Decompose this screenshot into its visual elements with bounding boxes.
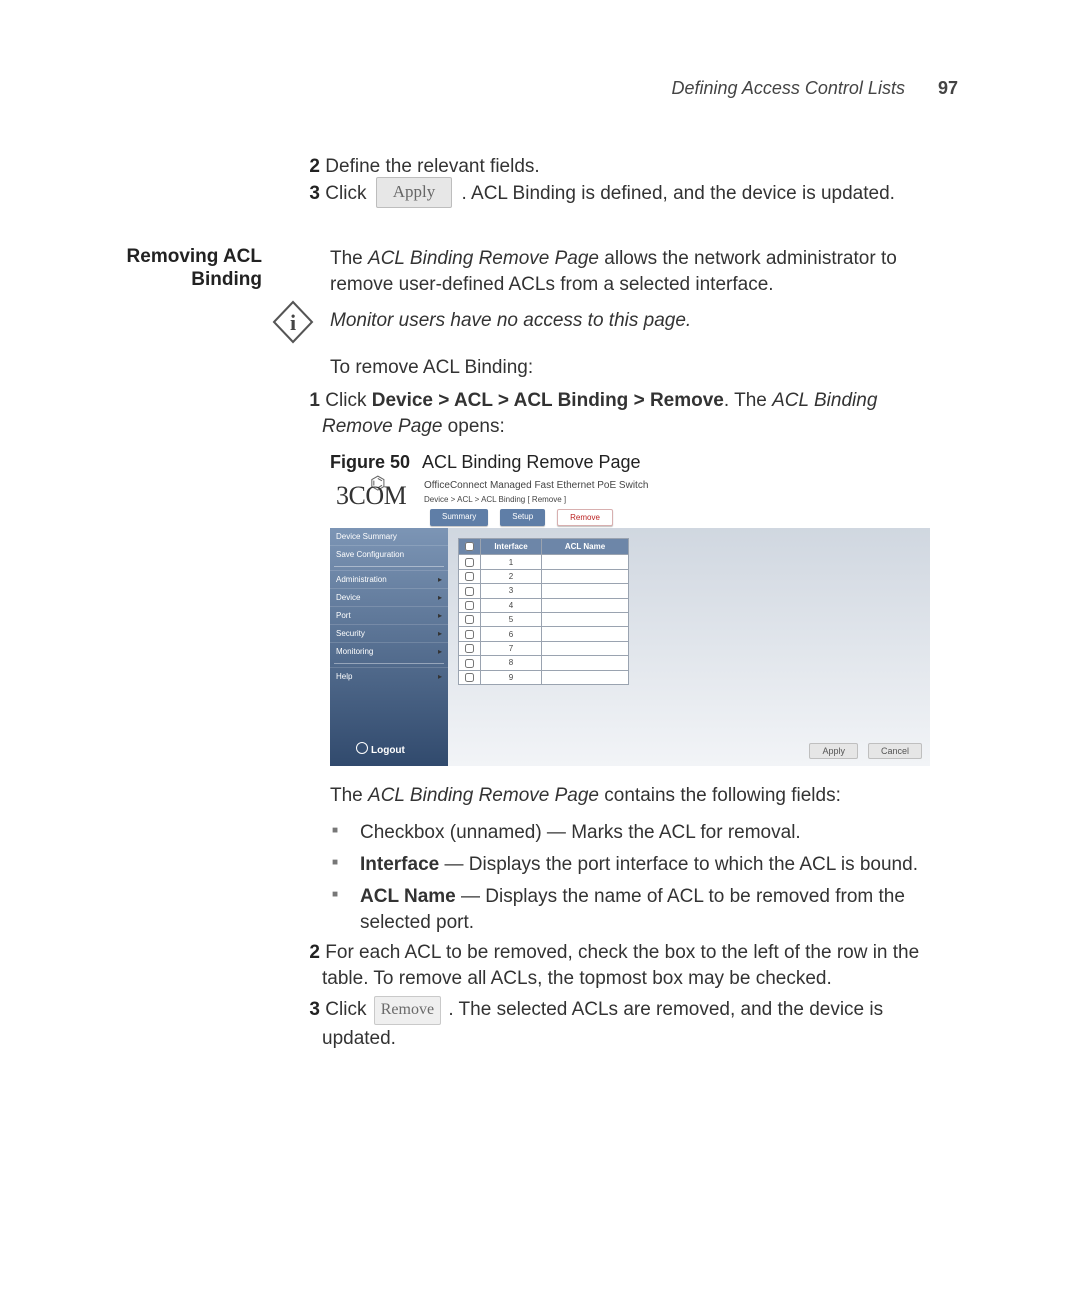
- table-row: 6: [459, 627, 629, 641]
- breadcrumb: Device > ACL > ACL Binding [ Remove ]: [424, 495, 566, 504]
- table-row: 9: [459, 670, 629, 684]
- row-checkbox[interactable]: [465, 558, 474, 567]
- step-3-post: . ACL Binding is defined, and the device…: [462, 183, 895, 204]
- screenshot-acl-binding-remove: ⌬ 3COM OfficeConnect Managed Fast Ethern…: [330, 473, 930, 766]
- row-checkbox[interactable]: [465, 644, 474, 653]
- acl-remove-table: Interface ACL Name 1 2 3 4 5 6 7 8 9: [458, 538, 629, 685]
- figure-label: Figure 50ACL Binding Remove Page: [330, 452, 641, 473]
- bullet-interface: Interface — Displays the port interface …: [360, 852, 930, 878]
- product-name: OfficeConnect Managed Fast Ethernet PoE …: [424, 480, 648, 491]
- row-checkbox[interactable]: [465, 630, 474, 639]
- row-checkbox[interactable]: [465, 673, 474, 682]
- note-monitor-users: Monitor users have no access to this pag…: [330, 308, 930, 334]
- chevron-right-icon: ▸: [438, 647, 442, 656]
- apply-button-chip: Apply: [376, 177, 453, 208]
- chevron-right-icon: ▸: [438, 629, 442, 638]
- select-all-checkbox[interactable]: [465, 542, 474, 551]
- tab-setup[interactable]: Setup: [500, 509, 545, 526]
- chevron-right-icon: ▸: [438, 575, 442, 584]
- sidebar-item-monitoring[interactable]: Monitoring▸: [330, 642, 448, 660]
- row-checkbox[interactable]: [465, 659, 474, 668]
- sidebar-item-port[interactable]: Port▸: [330, 606, 448, 624]
- step-number-2: 2: [298, 155, 320, 180]
- remove-button-chip: Remove: [374, 996, 441, 1025]
- tab-summary[interactable]: Summary: [430, 509, 488, 526]
- side-heading: Removing ACL Binding: [82, 246, 262, 292]
- end-step-2: 2 For each ACL to be removed, check the …: [322, 940, 942, 991]
- table-row: 8: [459, 656, 629, 670]
- col-interface: Interface: [481, 539, 542, 555]
- step-number-2b: 2: [298, 940, 320, 966]
- table-row: 4: [459, 598, 629, 612]
- chevron-right-icon: ▸: [438, 611, 442, 620]
- step-3-pre: Click: [325, 183, 366, 204]
- table-row: 5: [459, 612, 629, 626]
- col-checkbox: [459, 539, 481, 555]
- content-pane: Interface ACL Name 1 2 3 4 5 6 7 8 9 App…: [448, 528, 930, 766]
- chevron-right-icon: ▸: [438, 593, 442, 602]
- end-step-3: 3 Click Remove . The selected ACLs are r…: [322, 997, 942, 1051]
- step-number-3: 3: [298, 182, 320, 207]
- row-checkbox[interactable]: [465, 615, 474, 624]
- logout-icon: [356, 742, 368, 754]
- para-to-remove: To remove ACL Binding:: [330, 355, 533, 381]
- tab-remove[interactable]: Remove: [557, 509, 613, 526]
- table-row: 2: [459, 569, 629, 583]
- step-1: 1 Click Device > ACL > ACL Binding > Rem…: [322, 388, 940, 439]
- row-checkbox[interactable]: [465, 572, 474, 581]
- sidebar-item-device[interactable]: Device▸: [330, 588, 448, 606]
- row-checkbox[interactable]: [465, 601, 474, 610]
- col-acl-name: ACL Name: [542, 539, 629, 555]
- sidebar-item-save-config[interactable]: Save Configuration: [330, 545, 448, 563]
- sidebar-item-administration[interactable]: Administration▸: [330, 570, 448, 588]
- row-checkbox[interactable]: [465, 587, 474, 596]
- table-row: 1: [459, 555, 629, 569]
- sidebar-item-security[interactable]: Security▸: [330, 624, 448, 642]
- table-row: 7: [459, 641, 629, 655]
- sidebar-item-help[interactable]: Help▸: [330, 667, 448, 685]
- bullet-acl-name: ACL Name — Displays the name of ACL to b…: [360, 884, 930, 935]
- svg-text:i: i: [290, 310, 296, 335]
- page-number: 97: [938, 78, 958, 98]
- table-row: 3: [459, 584, 629, 598]
- logout-button[interactable]: Logout: [356, 741, 405, 756]
- step-2-text: Define the relevant fields.: [325, 156, 539, 177]
- step-number-1: 1: [298, 388, 320, 414]
- apply-button[interactable]: Apply: [809, 743, 858, 759]
- 3com-logo: 3COM: [336, 481, 406, 511]
- sidebar-item-device-summary[interactable]: Device Summary: [330, 528, 448, 545]
- bullet-checkbox: Checkbox (unnamed) — Marks the ACL for r…: [360, 820, 930, 846]
- info-icon: i: [272, 300, 314, 344]
- sidebar: Device Summary Save Configuration Admini…: [330, 528, 448, 766]
- para-acl-remove-intro: The ACL Binding Remove Page allows the n…: [330, 246, 930, 297]
- chevron-right-icon: ▸: [438, 672, 442, 681]
- section-title: Defining Access Control Lists: [672, 78, 905, 98]
- cancel-button[interactable]: Cancel: [868, 743, 922, 759]
- step-number-3b: 3: [298, 997, 320, 1023]
- running-header: Defining Access Control Lists 97: [672, 78, 958, 99]
- fields-intro: The ACL Binding Remove Page contains the…: [330, 785, 841, 807]
- tab-bar: Summary Setup Remove: [430, 509, 613, 526]
